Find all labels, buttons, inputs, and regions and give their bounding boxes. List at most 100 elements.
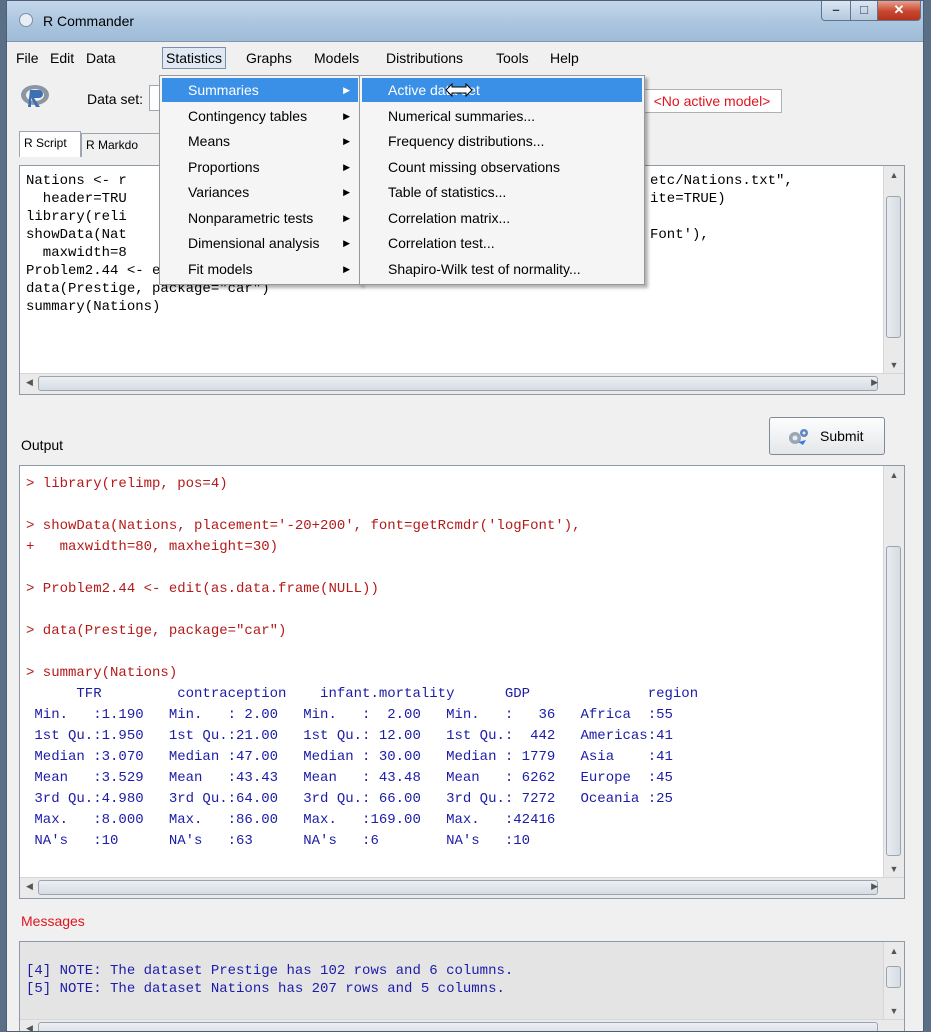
scroll-thumb[interactable] — [38, 1022, 878, 1031]
tab-r-markdown[interactable]: R Markdo — [81, 133, 161, 157]
scroll-thumb[interactable] — [38, 376, 878, 391]
scroll-up-icon[interactable]: ▲ — [884, 470, 904, 480]
r-commander-window: R Commander – □ ✕ File Edit Data Statist… — [6, 0, 924, 1032]
menu-models[interactable]: Models — [311, 49, 362, 67]
menu-edit[interactable]: Edit — [47, 49, 77, 67]
menu-tools[interactable]: Tools — [493, 49, 532, 67]
script-vertical-scrollbar[interactable]: ▲ ▼ — [883, 166, 904, 374]
submenu-arrow-icon: ▶ — [343, 187, 350, 197]
menu-graphs[interactable]: Graphs — [243, 49, 295, 67]
minimize-icon: – — [832, 2, 840, 17]
menu-help[interactable]: Help — [547, 49, 582, 67]
scroll-right-icon[interactable]: ▶ — [871, 377, 878, 388]
statistics-menu: Summaries ▶ Contingency tables ▶ Means ▶ Propo… — [159, 75, 361, 285]
script-line-fragment — [650, 208, 793, 226]
submenu-arrow-icon: ▶ — [343, 85, 350, 95]
summaries-menu-item[interactable]: Active data set — [362, 78, 642, 102]
statistics-menu-item[interactable]: Nonparametric tests ▶ — [162, 206, 358, 230]
submit-label: Submit — [820, 428, 864, 444]
submenu-arrow-icon: ▶ — [343, 212, 350, 223]
script-text-overflow: etc/Nations.txt", ite=TRUE) Font'), — [650, 172, 793, 262]
output-line: 1st Qu.:1.950 1st Qu.:21.00 1st Qu.: 12.… — [26, 728, 673, 744]
scroll-down-icon[interactable]: ▼ — [884, 360, 904, 370]
scroll-left-icon[interactable]: ◀ — [26, 1023, 33, 1031]
statistics-menu-item[interactable]: Contingency tables ▶ — [162, 104, 358, 128]
statistics-menu-item[interactable]: Fit models ▶ — [162, 257, 358, 281]
output-line: Max. :8.000 Max. :86.00 Max. :169.00 Max… — [26, 812, 556, 828]
submenu-arrow-icon: ▶ — [343, 110, 350, 121]
output-line: + maxwidth=80, maxheight=30) — [26, 539, 279, 555]
summaries-menu-item[interactable]: Correlation test... — [362, 231, 642, 255]
scroll-left-icon[interactable]: ◀ — [26, 377, 33, 388]
scroll-up-icon[interactable]: ▲ — [884, 946, 904, 956]
minimize-button[interactable]: – — [821, 1, 851, 21]
script-line-fragment: Font'), — [650, 227, 709, 243]
menu-statistics[interactable]: Statistics — [162, 47, 227, 69]
title-bar[interactable]: R Commander – □ ✕ — [7, 1, 923, 42]
menu-item-label: Nonparametric tests — [188, 209, 314, 226]
script-line-fragment: etc/Nations.txt", — [650, 173, 793, 189]
summaries-menu-item[interactable]: Shapiro-Wilk test of normality... — [362, 257, 642, 281]
scroll-up-icon[interactable]: ▲ — [884, 170, 904, 180]
output-vertical-scrollbar[interactable]: ▲ ▼ — [883, 466, 904, 878]
maximize-icon: □ — [860, 2, 868, 17]
menu-item-label: Dimensional analysis — [188, 235, 320, 251]
output-line: Mean :3.529 Mean :43.43 Mean : 43.48 Mea… — [26, 770, 673, 786]
menu-data[interactable]: Data — [83, 49, 119, 67]
menu-file[interactable]: File — [13, 49, 42, 67]
submenu-arrow-icon: ▶ — [343, 238, 350, 248]
menu-item-label: Proportions — [188, 158, 260, 175]
output-line: > showData(Nations, placement='-20+200',… — [26, 518, 581, 534]
scroll-left-icon[interactable]: ◀ — [26, 881, 33, 892]
menu-item-label: Contingency tables — [188, 107, 308, 124]
scroll-thumb[interactable] — [886, 546, 901, 856]
statistics-menu-item[interactable]: Proportions ▶ — [162, 155, 358, 179]
menu-item-label: Means — [188, 133, 231, 149]
menu-bar: File Edit Data Statistics Graphs Models … — [7, 45, 923, 71]
submit-button[interactable]: Submit — [769, 417, 885, 455]
scroll-right-icon[interactable]: ▶ — [871, 881, 878, 892]
output-line: > Problem2.44 <- edit(as.data.frame(NULL… — [26, 581, 379, 597]
summaries-menu-item[interactable]: Correlation matrix... — [362, 206, 642, 230]
output-text: > library(relimp, pos=4) > showData(Nati… — [26, 472, 698, 852]
summaries-menu-item[interactable]: Numerical summaries... — [362, 104, 642, 128]
output-horizontal-scrollbar[interactable]: ◀ ▶ — [20, 877, 904, 898]
messages-pane[interactable]: [4] NOTE: The dataset Prestige has 102 r… — [19, 941, 905, 1031]
statistics-menu-item[interactable]: Summaries ▶ — [162, 78, 358, 102]
summaries-menu-item[interactable]: Count missing observations — [362, 155, 642, 179]
close-button[interactable]: ✕ — [877, 1, 921, 21]
output-line: NA's :10 NA's :63 NA's :6 NA's :10 — [26, 833, 531, 849]
script-horizontal-scrollbar[interactable]: ◀ ▶ — [20, 373, 904, 394]
maximize-button[interactable]: □ — [850, 1, 878, 21]
statistics-menu-item[interactable]: Dimensional analysis ▶ — [162, 231, 358, 255]
statistics-menu-item[interactable]: Variances ▶ — [162, 180, 358, 204]
scroll-thumb[interactable] — [38, 880, 878, 895]
output-line: 3rd Qu.:4.980 3rd Qu.:64.00 3rd Qu.: 66.… — [26, 791, 673, 807]
script-line-fragment — [650, 244, 793, 262]
messages-vertical-scrollbar[interactable]: ▲ ▼ — [883, 942, 904, 1020]
output-pane[interactable]: > library(relimp, pos=4) > showData(Nati… — [19, 465, 905, 899]
statistics-menu-item[interactable]: Means ▶ — [162, 129, 358, 153]
close-icon: ✕ — [893, 2, 905, 17]
scroll-thumb[interactable] — [886, 966, 901, 988]
tab-r-script[interactable]: R Script — [19, 131, 81, 157]
scroll-down-icon[interactable]: ▼ — [884, 1006, 904, 1016]
output-label: Output — [21, 437, 64, 453]
app-icon — [19, 13, 33, 27]
menu-distributions[interactable]: Distributions — [383, 49, 466, 67]
messages-horizontal-scrollbar[interactable]: ◀ — [20, 1019, 904, 1031]
scroll-thumb[interactable] — [886, 196, 901, 338]
menu-item-label: Fit models — [188, 260, 253, 277]
model-button[interactable]: <No active model> — [642, 89, 782, 113]
summaries-submenu: Active data set Numerical summaries... Fre… — [359, 75, 645, 285]
summaries-menu-item[interactable]: Frequency distributions... — [362, 129, 642, 153]
scroll-down-icon[interactable]: ▼ — [884, 864, 904, 874]
output-line: > summary(Nations) — [26, 665, 178, 681]
output-line: Min. :1.190 Min. : 2.00 Min. : 2.00 Min.… — [26, 707, 673, 723]
script-line: summary(Nations) — [26, 299, 161, 315]
summaries-menu-item[interactable]: Table of statistics... — [362, 180, 642, 204]
